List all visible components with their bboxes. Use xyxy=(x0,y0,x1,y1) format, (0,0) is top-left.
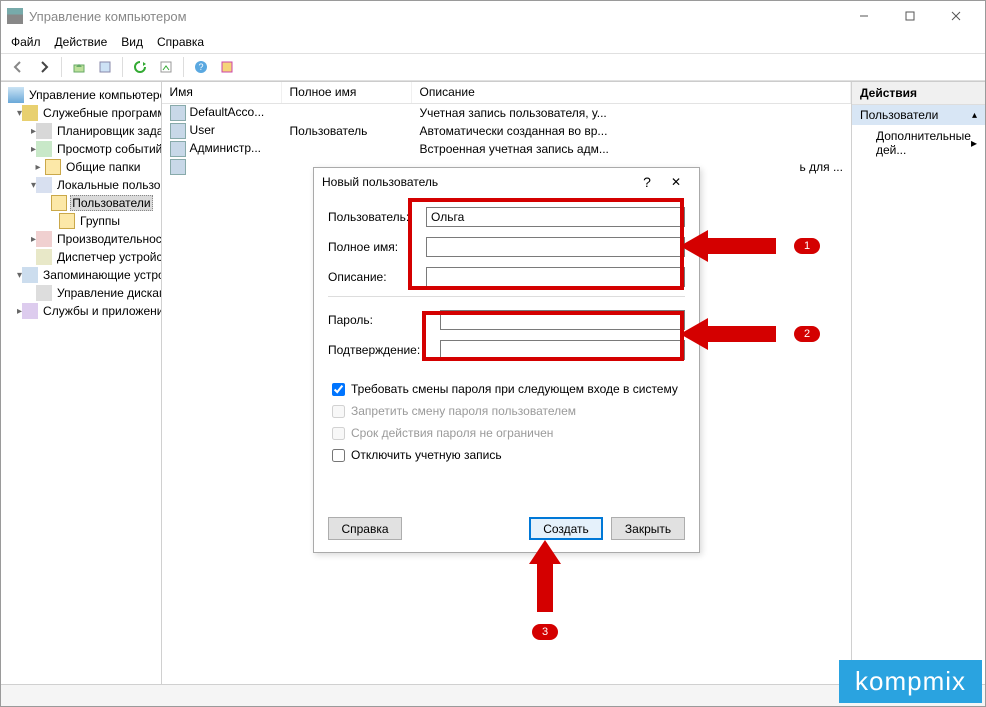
list-row[interactable]: Администр... Встроенная учетная запись а… xyxy=(162,140,851,158)
tree-system-tools[interactable]: ▾Служебные программы xyxy=(3,104,159,122)
label-confirm: Подтверждение: xyxy=(328,343,440,357)
new-user-dialog: Новый пользователь ? ✕ Пользователь: Пол… xyxy=(313,167,700,553)
tree-storage[interactable]: ▾Запоминающие устройства xyxy=(3,266,159,284)
user-cannot-change-checkbox xyxy=(332,405,345,418)
callout-1: 1 xyxy=(680,228,820,264)
properties-button[interactable] xyxy=(94,56,116,78)
label-password: Пароль: xyxy=(328,313,440,327)
tree-disk-mgmt[interactable]: ▸Управление дисками xyxy=(3,284,159,302)
shared-folders-icon xyxy=(45,159,61,175)
callout-badge-1: 1 xyxy=(794,238,820,254)
label-no-change: Запретить смену пароля пользователем xyxy=(351,404,576,418)
list-row[interactable]: User Пользователь Автоматически созданна… xyxy=(162,122,851,140)
titlebar: Управление компьютером xyxy=(1,1,985,31)
label-fullname: Полное имя: xyxy=(328,240,426,254)
actions-section-users[interactable]: Пользователи ▴ xyxy=(852,105,985,125)
dialog-help-button[interactable]: ? xyxy=(633,174,661,190)
menu-view[interactable]: Вид xyxy=(121,35,143,49)
toolbar: ? xyxy=(1,53,985,81)
password-input[interactable] xyxy=(440,310,685,330)
close-button[interactable] xyxy=(933,1,979,31)
account-disabled-checkbox[interactable] xyxy=(332,449,345,462)
close-dialog-button[interactable]: Закрыть xyxy=(611,517,685,540)
callout-badge-2: 2 xyxy=(794,326,820,342)
help-button[interactable]: ? xyxy=(190,56,212,78)
disk-mgmt-icon xyxy=(36,285,52,301)
tree-performance[interactable]: ▸Производительность xyxy=(3,230,159,248)
watermark: kompmix xyxy=(839,660,982,703)
tree-users[interactable]: ▸Пользователи xyxy=(3,194,159,212)
nav-forward-button[interactable] xyxy=(33,56,55,78)
user-icon xyxy=(170,105,186,121)
create-button[interactable]: Создать xyxy=(529,517,603,540)
actions-more[interactable]: Дополнительные дей... ▸ xyxy=(852,125,985,161)
services-icon xyxy=(22,303,38,319)
tree-pane: ▾Управление компьютером (локальным) ▾Слу… xyxy=(1,82,162,684)
folder-icon xyxy=(59,213,75,229)
tree-services-apps[interactable]: ▸Службы и приложения xyxy=(3,302,159,320)
menu-action[interactable]: Действие xyxy=(55,35,108,49)
col-full[interactable]: Полное имя xyxy=(282,82,412,103)
folder-icon xyxy=(51,195,67,211)
callout-3: 3 xyxy=(527,540,563,640)
up-button[interactable] xyxy=(68,56,90,78)
user-input[interactable] xyxy=(426,207,685,227)
help-button[interactable]: Справка xyxy=(328,517,402,540)
export-button[interactable] xyxy=(155,56,177,78)
storage-icon xyxy=(22,267,38,283)
description-input[interactable] xyxy=(426,267,685,287)
dialog-titlebar: Новый пользователь ? ✕ xyxy=(314,168,699,196)
label-must-change: Требовать смены пароля при следующем вхо… xyxy=(351,382,678,396)
password-never-expires-checkbox xyxy=(332,427,345,440)
tree-groups[interactable]: ▸Группы xyxy=(3,212,159,230)
callout-badge-3: 3 xyxy=(532,624,558,640)
menu-help[interactable]: Справка xyxy=(157,35,204,49)
device-manager-icon xyxy=(36,249,52,265)
col-name[interactable]: Имя xyxy=(162,82,282,103)
list-row[interactable]: DefaultAcco... Учетная запись пользовате… xyxy=(162,104,851,122)
actions-pane: Действия Пользователи ▴ Дополнительные д… xyxy=(852,82,985,684)
minimize-button[interactable] xyxy=(841,1,887,31)
statusbar xyxy=(1,684,985,706)
label-description: Описание: xyxy=(328,270,426,284)
dialog-title: Новый пользователь xyxy=(322,175,438,189)
maximize-button[interactable] xyxy=(887,1,933,31)
label-user: Пользователь: xyxy=(328,210,426,224)
actions-header: Действия xyxy=(852,82,985,105)
tree-local-users-groups[interactable]: ▾Локальные пользователи и группы xyxy=(3,176,159,194)
fullname-input[interactable] xyxy=(426,237,685,257)
svg-text:?: ? xyxy=(198,62,203,72)
dialog-close-button[interactable]: ✕ xyxy=(661,175,691,189)
mmc-icon xyxy=(7,8,23,24)
chevron-up-icon: ▴ xyxy=(972,110,977,121)
tree-root[interactable]: ▾Управление компьютером (локальным) xyxy=(3,86,159,104)
view-options-button[interactable] xyxy=(216,56,238,78)
performance-icon xyxy=(36,231,52,247)
users-groups-icon xyxy=(36,177,52,193)
must-change-password-checkbox[interactable] xyxy=(332,383,345,396)
chevron-right-icon: ▸ xyxy=(971,136,977,150)
tree-event-viewer[interactable]: ▸Просмотр событий xyxy=(3,140,159,158)
event-viewer-icon xyxy=(36,141,52,157)
tools-icon xyxy=(22,105,38,121)
user-icon xyxy=(170,159,186,175)
menubar: Файл Действие Вид Справка xyxy=(1,31,985,53)
callout-2: 2 xyxy=(680,316,820,352)
label-disable: Отключить учетную запись xyxy=(351,448,502,462)
menu-file[interactable]: Файл xyxy=(11,35,41,49)
scheduler-icon xyxy=(36,123,52,139)
tree-task-scheduler[interactable]: ▸Планировщик заданий xyxy=(3,122,159,140)
label-never-expire: Срок действия пароля не ограничен xyxy=(351,426,553,440)
refresh-button[interactable] xyxy=(129,56,151,78)
user-icon xyxy=(170,141,186,157)
confirm-password-input[interactable] xyxy=(440,340,685,360)
col-desc[interactable]: Описание xyxy=(412,82,851,103)
nav-back-button[interactable] xyxy=(7,56,29,78)
user-icon xyxy=(170,123,186,139)
window-title: Управление компьютером xyxy=(29,9,187,24)
computer-icon xyxy=(8,87,24,103)
tree-shared-folders[interactable]: ▸Общие папки xyxy=(3,158,159,176)
tree-device-manager[interactable]: ▸Диспетчер устройств xyxy=(3,248,159,266)
list-header: Имя Полное имя Описание xyxy=(162,82,851,104)
